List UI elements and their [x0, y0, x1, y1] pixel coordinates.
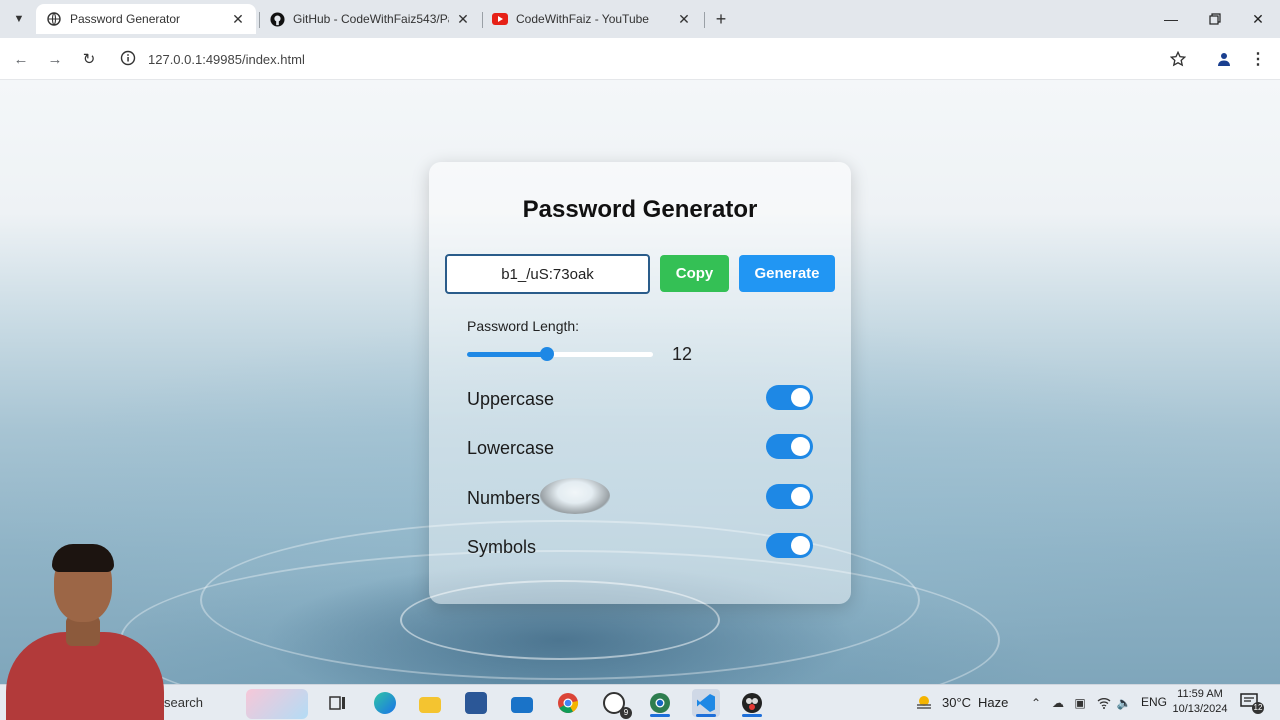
more-menu-icon[interactable]: ⋮: [1247, 48, 1269, 70]
whatsapp-icon[interactable]: 9: [600, 689, 632, 719]
chrome-icon[interactable]: [554, 689, 582, 717]
address-bar[interactable]: 127.0.0.1:49985/index.html: [148, 52, 305, 67]
taskbar-search-label[interactable]: search: [164, 695, 203, 710]
lowercase-toggle[interactable]: [766, 434, 813, 459]
bookmark-star-icon[interactable]: [1167, 48, 1189, 70]
restore-icon[interactable]: [1200, 6, 1230, 32]
profile-icon[interactable]: [1213, 48, 1235, 70]
tab-title: CodeWithFaiz - YouTube: [516, 12, 649, 26]
tab-password-generator[interactable]: Password Generator ✕: [36, 4, 256, 34]
task-view-icon[interactable]: [324, 689, 352, 717]
youtube-icon: [492, 11, 508, 27]
uppercase-label: Uppercase: [467, 389, 555, 409]
edge-browser-icon[interactable]: [371, 689, 399, 717]
password-length-value: 12: [672, 344, 693, 364]
volume-icon[interactable]: 🔈: [1116, 695, 1132, 711]
tab-search-chevron-icon[interactable]: ▼: [8, 8, 30, 30]
mail-icon[interactable]: [508, 689, 536, 717]
tab-separator: [704, 12, 705, 28]
back-arrow-icon[interactable]: ←: [10, 48, 32, 70]
password-length-slider[interactable]: [467, 347, 653, 361]
notification-center-icon[interactable]: 12: [1240, 693, 1264, 714]
minimize-icon[interactable]: —: [1156, 6, 1186, 32]
microsoft-store-icon[interactable]: [462, 689, 490, 717]
uppercase-toggle[interactable]: [766, 385, 813, 410]
obs-record-icon[interactable]: [738, 689, 766, 717]
numbers-toggle[interactable]: [766, 484, 813, 509]
site-info-icon[interactable]: [120, 50, 138, 68]
forward-arrow-icon[interactable]: →: [44, 48, 66, 70]
browser-toolbar: ← → ↻ 127.0.0.1:49985/index.html ⋮: [0, 38, 1280, 80]
input-language[interactable]: ENG: [1141, 695, 1167, 709]
whatsapp-badge: 9: [620, 707, 632, 719]
file-explorer-icon[interactable]: [416, 689, 444, 717]
tab-title: GitHub - CodeWithFaiz543/Pas: [293, 12, 449, 26]
notification-count: 12: [1252, 702, 1264, 714]
active-app-indicator: [742, 714, 762, 717]
clock-time: 11:59 AM: [1177, 688, 1223, 700]
active-app-indicator: [696, 714, 716, 717]
symbols-label: Symbols: [467, 537, 537, 557]
chrome-profile-icon[interactable]: [646, 689, 674, 717]
weather-description[interactable]: Haze: [978, 695, 1008, 710]
webcam-overlay: [0, 540, 168, 720]
tab-title: Password Generator: [70, 12, 181, 26]
page-title: Password Generator: [522, 196, 758, 223]
symbols-toggle[interactable]: [766, 533, 813, 558]
lowercase-label: Lowercase: [467, 438, 555, 458]
numbers-label: Numbers: [467, 488, 541, 508]
slider-fill: [467, 352, 547, 357]
password-generator-card: Password Generator Copy Generate Passwor…: [429, 162, 851, 604]
generate-button[interactable]: Generate: [739, 255, 835, 292]
globe-icon: [46, 11, 62, 27]
tab-close-icon[interactable]: ✕: [676, 11, 692, 28]
tab-close-icon[interactable]: ✕: [230, 11, 246, 28]
toggle-knob: [791, 437, 810, 456]
weather-haze-icon: [914, 695, 934, 711]
close-window-icon[interactable]: ✕: [1243, 6, 1273, 32]
toggle-knob: [791, 536, 810, 555]
toggle-knob: [791, 487, 810, 506]
password-length-label: Password Length:: [467, 318, 580, 334]
wifi-icon[interactable]: [1096, 695, 1112, 711]
slider-thumb[interactable]: [539, 347, 554, 361]
browser-tab-bar: ▼ Password Generator ✕ GitHub - CodeWith…: [0, 0, 1280, 38]
new-tab-plus-icon[interactable]: +: [710, 8, 732, 30]
onedrive-icon[interactable]: ☁: [1050, 695, 1066, 711]
reload-icon[interactable]: ↻: [78, 48, 100, 70]
active-app-indicator: [650, 714, 670, 717]
password-output-field[interactable]: [445, 254, 650, 294]
tab-youtube[interactable]: CodeWithFaiz - YouTube ✕: [482, 4, 702, 34]
search-highlight-image: [246, 689, 308, 719]
show-hidden-icons-chevron-icon[interactable]: ⌃: [1028, 695, 1044, 711]
tab-github[interactable]: GitHub - CodeWithFaiz543/Pas ✕: [259, 4, 481, 34]
clock-date: 10/13/2024: [1172, 703, 1228, 715]
tab-close-icon[interactable]: ✕: [455, 11, 471, 28]
weather-temperature[interactable]: 30°C: [942, 695, 971, 710]
battery-icon[interactable]: ▣: [1072, 695, 1088, 711]
github-icon: [269, 11, 285, 27]
windows-taskbar: search 9 30°C Haze ⌃ ☁ ▣ 🔈 ENG 11:59 AM …: [0, 684, 1280, 720]
page-viewport: Password Generator Copy Generate Passwor…: [0, 80, 1280, 684]
presenter-hair: [52, 544, 114, 572]
toggle-knob: [791, 388, 810, 407]
copy-button[interactable]: Copy: [660, 255, 729, 292]
taskbar-clock[interactable]: 11:59 AM 10/13/2024: [1168, 687, 1232, 717]
vscode-icon[interactable]: [692, 689, 720, 717]
